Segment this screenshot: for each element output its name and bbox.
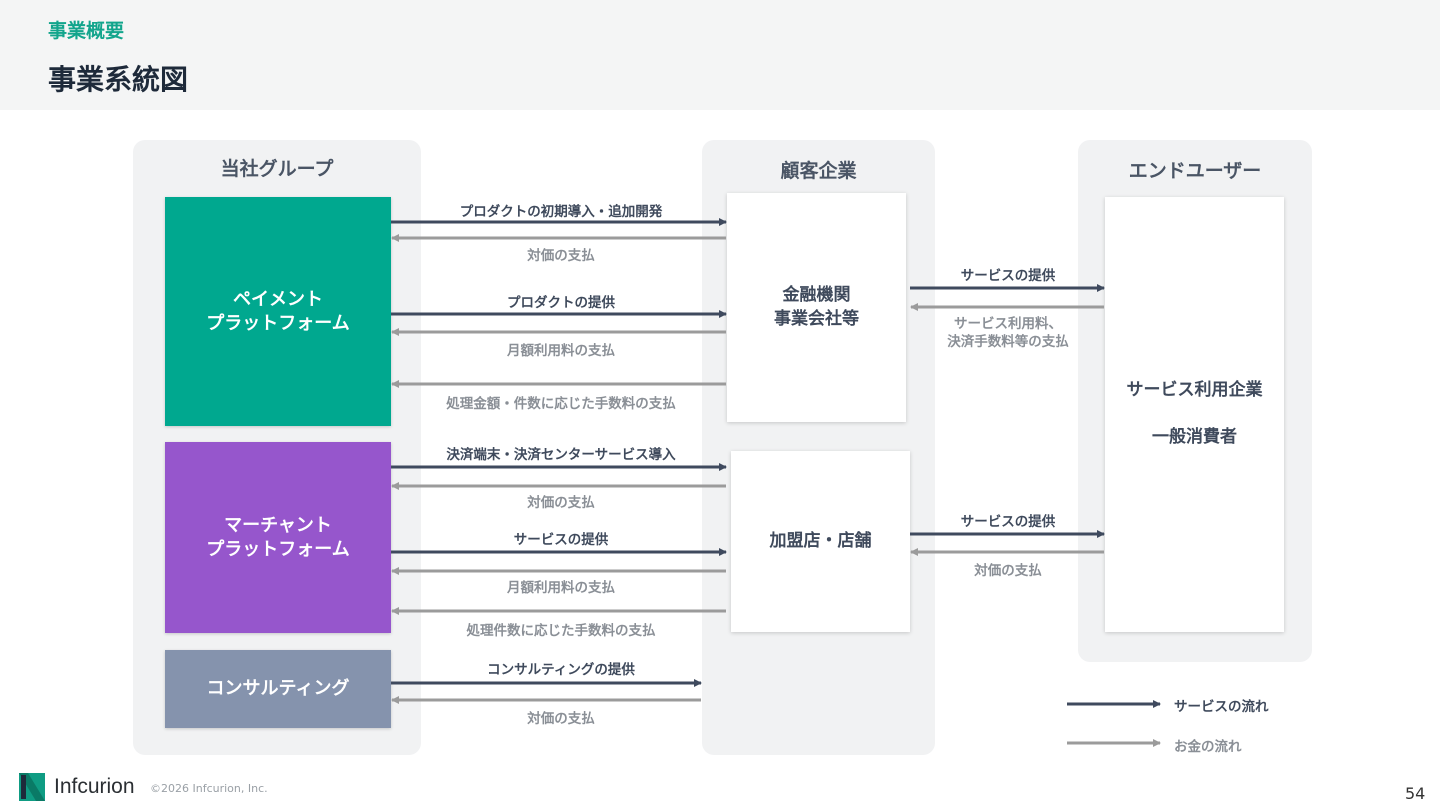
copyright: ©2026 Infcurion, Inc. [150,782,268,795]
legend-service-label: サービスの流れ [1174,699,1269,715]
label-processing-fee-1: 処理金額・件数に応じた手数料の支払 [446,396,676,412]
label-terminal-intro: 決済端末・決済センターサービス導入 [446,447,676,463]
logo-icon [19,773,45,801]
label-payment-1: 対価の支払 [527,248,595,264]
label-consulting-provide: コンサルティングの提供 [487,662,635,678]
label-processing-fee-2: 処理件数に応じた手数料の支払 [466,623,656,639]
label-payment-2: 対価の支払 [527,495,595,511]
label-service-provide-1: サービスの提供 [513,532,609,548]
label-payment-4: 対価の支払 [974,563,1042,579]
label-payment-3: 対価の支払 [527,711,595,727]
label-product-provide: プロダクトの提供 [507,295,615,311]
page-number: 54 [1405,784,1426,803]
label-initial-dev: プロダクトの初期導入・追加開発 [459,204,663,220]
company-logo-text: Infcurion [54,775,135,798]
label-service-provide-2: サービスの提供 [960,268,1056,284]
label-usage-fee: サービス利用料、 決済手数料等の支払 [947,316,1069,351]
label-monthly-fee-1: 月額利用料の支払 [507,343,615,359]
legend-money-label: お金の流れ [1174,739,1242,755]
label-monthly-fee-2: 月額利用料の支払 [507,580,615,596]
label-service-provide-3: サービスの提供 [960,514,1056,530]
